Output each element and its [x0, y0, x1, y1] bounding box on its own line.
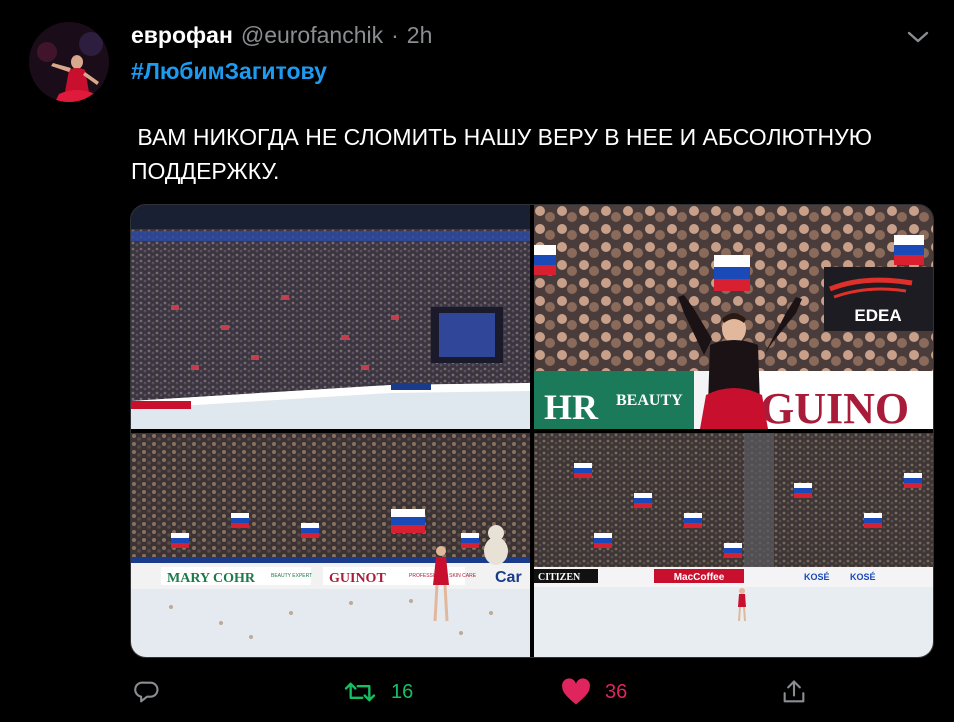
tweet-text: ВАМ НИКОГДА НЕ СЛОМИТЬ НАШУ ВЕРУ В НЕЕ И…	[131, 124, 879, 184]
like-count: 36	[605, 680, 628, 703]
share-icon	[783, 680, 805, 703]
chevron-down-icon[interactable]	[905, 27, 931, 47]
retweet-button[interactable]: 16	[343, 672, 413, 712]
photo-3-ad1: MARY COHR	[167, 571, 256, 586]
display-name[interactable]: еврофан	[131, 22, 233, 49]
photo-2[interactable]: EDEA HR BEAUTY GUINO	[534, 205, 933, 429]
reply-button[interactable]	[133, 672, 161, 712]
photo-3-ad3: Car	[495, 569, 522, 586]
photo-3[interactable]: MARY COHR BEAUTY EXPERT GUINOT PROFESSIO…	[131, 433, 530, 657]
avatar[interactable]	[29, 22, 109, 102]
separator-dot: ·	[391, 22, 399, 48]
media-grid: EDEA HR BEAUTY GUINO MARY COHR BEAUTY EX…	[130, 204, 934, 658]
photo-4[interactable]: CITIZEN MacCoffee KOSÉ KOSÉ	[534, 433, 933, 657]
like-button[interactable]: 36	[561, 672, 627, 712]
photo-2-banner-mid: BEAUTY	[616, 392, 683, 409]
reply-icon	[134, 681, 159, 703]
share-button[interactable]	[780, 672, 808, 712]
photo-1[interactable]	[131, 205, 530, 429]
photo-2-banner-left: HR	[544, 387, 599, 427]
photo-2-banner-right: GUINO	[760, 384, 909, 429]
avatar-image	[29, 22, 109, 102]
user-handle[interactable]: @eurofanchik	[241, 22, 383, 49]
photo-2-brand: EDEA	[854, 306, 901, 325]
photo-4-image: CITIZEN MacCoffee KOSÉ KOSÉ	[534, 433, 933, 657]
photo-4-ad4: KOSÉ	[850, 572, 876, 582]
photo-1-image	[131, 205, 530, 429]
retweet-icon	[344, 682, 376, 702]
photo-3-ad2: GUINOT	[329, 571, 386, 586]
photo-4-ad2: MacCoffee	[674, 572, 725, 583]
tweet-time[interactable]: 2h	[407, 22, 433, 49]
action-bar: 16 36	[0, 672, 954, 712]
hashtag-link[interactable]: #ЛюбимЗагитову	[131, 58, 327, 85]
tweet-header: еврофан @eurofanchik · 2h	[131, 22, 432, 50]
photo-3-ad1-sub: BEAUTY EXPERT	[271, 573, 312, 579]
heart-icon	[562, 678, 590, 705]
photo-3-image: MARY COHR BEAUTY EXPERT GUINOT PROFESSIO…	[131, 433, 530, 657]
photo-2-image: EDEA HR BEAUTY GUINO	[534, 205, 933, 429]
photo-4-ad3: KOSÉ	[804, 572, 830, 582]
retweet-count: 16	[391, 680, 414, 703]
photo-4-ad1: CITIZEN	[538, 572, 581, 583]
